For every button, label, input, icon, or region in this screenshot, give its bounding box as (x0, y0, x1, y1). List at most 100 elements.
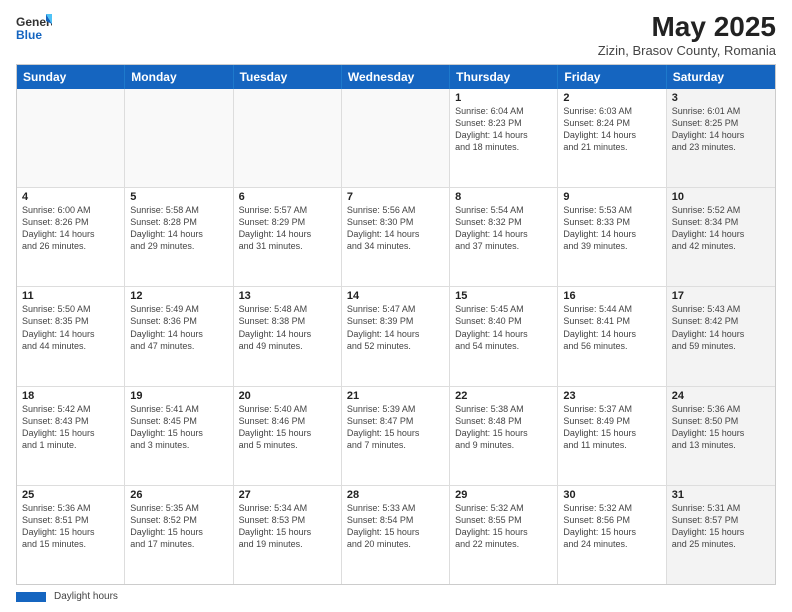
day-info: Sunrise: 5:42 AM Sunset: 8:43 PM Dayligh… (22, 403, 119, 452)
day-info: Sunrise: 5:45 AM Sunset: 8:40 PM Dayligh… (455, 303, 552, 352)
main-title: May 2025 (598, 12, 776, 43)
day-info: Sunrise: 5:33 AM Sunset: 8:54 PM Dayligh… (347, 502, 444, 551)
cal-cell-18: 18Sunrise: 5:42 AM Sunset: 8:43 PM Dayli… (17, 387, 125, 485)
day-info: Sunrise: 5:36 AM Sunset: 8:50 PM Dayligh… (672, 403, 770, 452)
day-number: 27 (239, 489, 336, 501)
cal-cell-1: 1Sunrise: 6:04 AM Sunset: 8:23 PM Daylig… (450, 89, 558, 187)
cal-cell-8: 8Sunrise: 5:54 AM Sunset: 8:32 PM Daylig… (450, 188, 558, 286)
day-info: Sunrise: 5:47 AM Sunset: 8:39 PM Dayligh… (347, 303, 444, 352)
day-number: 17 (672, 290, 770, 302)
cal-header-wednesday: Wednesday (342, 65, 450, 89)
day-info: Sunrise: 5:48 AM Sunset: 8:38 PM Dayligh… (239, 303, 336, 352)
day-info: Sunrise: 5:50 AM Sunset: 8:35 PM Dayligh… (22, 303, 119, 352)
day-number: 15 (455, 290, 552, 302)
day-number: 30 (563, 489, 660, 501)
cal-header-monday: Monday (125, 65, 233, 89)
cal-cell-22: 22Sunrise: 5:38 AM Sunset: 8:48 PM Dayli… (450, 387, 558, 485)
title-block: May 2025 Zizin, Brasov County, Romania (598, 12, 776, 58)
logo-svg: General Blue (16, 12, 52, 48)
day-number: 16 (563, 290, 660, 302)
cal-header-tuesday: Tuesday (234, 65, 342, 89)
day-info: Sunrise: 5:52 AM Sunset: 8:34 PM Dayligh… (672, 204, 770, 253)
day-info: Sunrise: 5:43 AM Sunset: 8:42 PM Dayligh… (672, 303, 770, 352)
day-number: 24 (672, 390, 770, 402)
cal-cell-empty (234, 89, 342, 187)
day-number: 23 (563, 390, 660, 402)
cal-cell-26: 26Sunrise: 5:35 AM Sunset: 8:52 PM Dayli… (125, 486, 233, 584)
cal-cell-27: 27Sunrise: 5:34 AM Sunset: 8:53 PM Dayli… (234, 486, 342, 584)
day-number: 29 (455, 489, 552, 501)
day-number: 4 (22, 191, 119, 203)
cal-cell-15: 15Sunrise: 5:45 AM Sunset: 8:40 PM Dayli… (450, 287, 558, 385)
cal-cell-3: 3Sunrise: 6:01 AM Sunset: 8:25 PM Daylig… (667, 89, 775, 187)
day-number: 13 (239, 290, 336, 302)
calendar: SundayMondayTuesdayWednesdayThursdayFrid… (16, 64, 776, 585)
cal-cell-25: 25Sunrise: 5:36 AM Sunset: 8:51 PM Dayli… (17, 486, 125, 584)
calendar-header: SundayMondayTuesdayWednesdayThursdayFrid… (17, 65, 775, 89)
cal-cell-empty (342, 89, 450, 187)
cal-row-3: 18Sunrise: 5:42 AM Sunset: 8:43 PM Dayli… (17, 386, 775, 485)
day-number: 2 (563, 92, 660, 104)
day-info: Sunrise: 5:44 AM Sunset: 8:41 PM Dayligh… (563, 303, 660, 352)
day-number: 5 (130, 191, 227, 203)
cal-cell-6: 6Sunrise: 5:57 AM Sunset: 8:29 PM Daylig… (234, 188, 342, 286)
cal-cell-11: 11Sunrise: 5:50 AM Sunset: 8:35 PM Dayli… (17, 287, 125, 385)
cal-cell-empty (17, 89, 125, 187)
day-number: 9 (563, 191, 660, 203)
day-number: 3 (672, 92, 770, 104)
day-number: 8 (455, 191, 552, 203)
day-number: 18 (22, 390, 119, 402)
day-info: Sunrise: 5:32 AM Sunset: 8:56 PM Dayligh… (563, 502, 660, 551)
day-number: 31 (672, 489, 770, 501)
subtitle: Zizin, Brasov County, Romania (598, 43, 776, 58)
cal-cell-20: 20Sunrise: 5:40 AM Sunset: 8:46 PM Dayli… (234, 387, 342, 485)
legend-label: Daylight hours (54, 591, 118, 602)
legend-color-bar (16, 592, 46, 602)
cal-cell-7: 7Sunrise: 5:56 AM Sunset: 8:30 PM Daylig… (342, 188, 450, 286)
cal-cell-16: 16Sunrise: 5:44 AM Sunset: 8:41 PM Dayli… (558, 287, 666, 385)
cal-cell-23: 23Sunrise: 5:37 AM Sunset: 8:49 PM Dayli… (558, 387, 666, 485)
cal-cell-21: 21Sunrise: 5:39 AM Sunset: 8:47 PM Dayli… (342, 387, 450, 485)
day-info: Sunrise: 5:58 AM Sunset: 8:28 PM Dayligh… (130, 204, 227, 253)
day-number: 10 (672, 191, 770, 203)
cal-cell-30: 30Sunrise: 5:32 AM Sunset: 8:56 PM Dayli… (558, 486, 666, 584)
day-info: Sunrise: 6:03 AM Sunset: 8:24 PM Dayligh… (563, 105, 660, 154)
cal-cell-9: 9Sunrise: 5:53 AM Sunset: 8:33 PM Daylig… (558, 188, 666, 286)
day-info: Sunrise: 5:31 AM Sunset: 8:57 PM Dayligh… (672, 502, 770, 551)
day-number: 22 (455, 390, 552, 402)
cal-header-sunday: Sunday (17, 65, 125, 89)
cal-cell-empty (125, 89, 233, 187)
cal-cell-17: 17Sunrise: 5:43 AM Sunset: 8:42 PM Dayli… (667, 287, 775, 385)
day-number: 25 (22, 489, 119, 501)
cal-row-1: 4Sunrise: 6:00 AM Sunset: 8:26 PM Daylig… (17, 187, 775, 286)
day-info: Sunrise: 5:49 AM Sunset: 8:36 PM Dayligh… (130, 303, 227, 352)
day-info: Sunrise: 6:04 AM Sunset: 8:23 PM Dayligh… (455, 105, 552, 154)
day-number: 7 (347, 191, 444, 203)
cal-cell-12: 12Sunrise: 5:49 AM Sunset: 8:36 PM Dayli… (125, 287, 233, 385)
cal-header-saturday: Saturday (667, 65, 775, 89)
cal-cell-24: 24Sunrise: 5:36 AM Sunset: 8:50 PM Dayli… (667, 387, 775, 485)
cal-cell-2: 2Sunrise: 6:03 AM Sunset: 8:24 PM Daylig… (558, 89, 666, 187)
day-number: 14 (347, 290, 444, 302)
day-info: Sunrise: 5:37 AM Sunset: 8:49 PM Dayligh… (563, 403, 660, 452)
day-info: Sunrise: 5:56 AM Sunset: 8:30 PM Dayligh… (347, 204, 444, 253)
day-number: 20 (239, 390, 336, 402)
cal-header-friday: Friday (558, 65, 666, 89)
cal-cell-5: 5Sunrise: 5:58 AM Sunset: 8:28 PM Daylig… (125, 188, 233, 286)
day-info: Sunrise: 5:34 AM Sunset: 8:53 PM Dayligh… (239, 502, 336, 551)
logo: General Blue (16, 12, 52, 48)
cal-header-thursday: Thursday (450, 65, 558, 89)
day-number: 11 (22, 290, 119, 302)
cal-cell-28: 28Sunrise: 5:33 AM Sunset: 8:54 PM Dayli… (342, 486, 450, 584)
cal-cell-10: 10Sunrise: 5:52 AM Sunset: 8:34 PM Dayli… (667, 188, 775, 286)
cal-cell-13: 13Sunrise: 5:48 AM Sunset: 8:38 PM Dayli… (234, 287, 342, 385)
day-info: Sunrise: 6:01 AM Sunset: 8:25 PM Dayligh… (672, 105, 770, 154)
day-number: 19 (130, 390, 227, 402)
day-info: Sunrise: 5:54 AM Sunset: 8:32 PM Dayligh… (455, 204, 552, 253)
day-info: Sunrise: 5:36 AM Sunset: 8:51 PM Dayligh… (22, 502, 119, 551)
day-info: Sunrise: 5:35 AM Sunset: 8:52 PM Dayligh… (130, 502, 227, 551)
cal-row-4: 25Sunrise: 5:36 AM Sunset: 8:51 PM Dayli… (17, 485, 775, 584)
day-info: Sunrise: 5:39 AM Sunset: 8:47 PM Dayligh… (347, 403, 444, 452)
day-info: Sunrise: 5:40 AM Sunset: 8:46 PM Dayligh… (239, 403, 336, 452)
day-number: 1 (455, 92, 552, 104)
